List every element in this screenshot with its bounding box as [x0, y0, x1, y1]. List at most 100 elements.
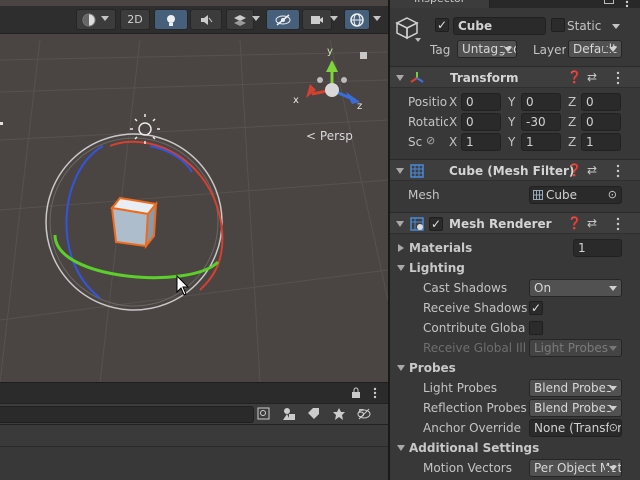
position-x-axis[interactable]: X — [449, 95, 457, 109]
transform-menu-icon[interactable] — [615, 71, 621, 85]
additional-settings-label[interactable]: Additional Settings — [409, 441, 539, 455]
mesh-filter-foldout-icon[interactable] — [396, 168, 404, 174]
transform-presets-icon[interactable]: ⇄ — [587, 70, 597, 84]
filter-by-type-icon[interactable] — [282, 407, 296, 421]
camera-caret-icon[interactable] — [330, 16, 338, 21]
object-name-field[interactable]: Cube — [453, 17, 546, 35]
lighting-label[interactable]: Lighting — [409, 261, 465, 275]
anchor-override-field[interactable]: None (Transform) ⊙ — [529, 419, 622, 437]
scale-x-axis[interactable]: X — [449, 135, 457, 149]
gizmos-button[interactable] — [344, 9, 370, 30]
scale-x-field[interactable]: 1 — [461, 133, 501, 151]
panel-content[interactable] — [0, 425, 388, 480]
mesh-renderer-header[interactable]: ✓ Mesh Renderer ❓ ⇄ — [390, 212, 640, 234]
rotation-y-axis[interactable]: Y — [508, 115, 515, 129]
scene-canvas[interactable]: y x z — [0, 0, 388, 382]
rotation-z-field[interactable]: 0 — [581, 113, 621, 131]
lighting-foldout-icon[interactable] — [397, 265, 405, 271]
constrain-proportions-icon[interactable]: ⊘ — [426, 134, 435, 147]
tab-inspector[interactable]: Inspector — [390, 0, 490, 8]
transform-header[interactable]: Transform ❓ ⇄ — [390, 66, 640, 88]
tag-dropdown[interactable]: Untagged — [457, 40, 517, 58]
shading-mode-button[interactable] — [76, 9, 116, 30]
mesh-renderer-presets-icon[interactable]: ⇄ — [587, 216, 597, 230]
rotation-y-field[interactable]: -30 — [521, 113, 561, 131]
mesh-object-field[interactable]: Cube ⊙ — [529, 186, 622, 204]
mesh-filter-header[interactable]: Cube (Mesh Filter) ❓ ⇄ — [390, 159, 640, 181]
motion-vectors-dropdown[interactable]: Per Object Motion — [529, 459, 622, 477]
probes-label[interactable]: Probes — [409, 361, 456, 375]
materials-count-field[interactable]: 1 — [573, 239, 622, 257]
cast-shadows-dropdown[interactable]: On — [529, 279, 622, 297]
probes-row[interactable]: Probes — [390, 358, 640, 378]
layer-dropdown[interactable]: Default — [568, 40, 622, 58]
directional-light-icon[interactable] — [130, 114, 160, 144]
contribute-gi-checkbox[interactable] — [529, 321, 543, 335]
mesh-renderer-enabled-checkbox[interactable]: ✓ — [429, 217, 443, 231]
transform-foldout-icon[interactable] — [396, 75, 404, 81]
mesh-renderer-foldout-icon[interactable] — [396, 221, 404, 227]
transform-help-icon[interactable]: ❓ — [567, 70, 582, 84]
position-y-axis[interactable]: Y — [508, 95, 515, 109]
favorites-star-icon[interactable] — [332, 407, 346, 421]
light-probes-dropdown[interactable]: Blend Probes — [529, 379, 622, 397]
mesh-filter-help-icon[interactable]: ❓ — [567, 163, 582, 177]
position-z-field[interactable]: 0 — [581, 93, 621, 111]
object-picker-icon[interactable]: ⊙ — [608, 187, 617, 203]
active-checkbox[interactable]: ✓ — [435, 18, 449, 32]
filter-by-label-icon[interactable] — [306, 407, 320, 421]
scale-label[interactable]: Scale — [408, 135, 423, 149]
scene-view[interactable]: y x z < Persp 2D — [0, 0, 388, 382]
materials-foldout-icon[interactable] — [398, 244, 404, 252]
shading-mode-caret-icon[interactable] — [101, 16, 109, 21]
position-label[interactable]: Position — [408, 95, 448, 109]
rotation-x-axis[interactable]: X — [449, 115, 457, 129]
rotation-label[interactable]: Rotation — [408, 115, 448, 129]
probes-foldout-icon[interactable] — [397, 365, 405, 371]
inspector-more-icon[interactable] — [624, 0, 630, 8]
audio-toggle-button[interactable] — [190, 9, 222, 30]
camera-settings-button[interactable] — [302, 9, 332, 30]
search-input[interactable] — [0, 406, 254, 423]
lock-icon[interactable] — [350, 387, 362, 399]
rotation-gizmo-blue-ring[interactable] — [65, 145, 104, 299]
rotation-z-axis[interactable]: Z — [568, 115, 576, 129]
additional-settings-row[interactable]: Additional Settings — [390, 438, 640, 458]
lighting-row[interactable]: Lighting — [390, 258, 640, 278]
position-x-field[interactable]: 0 — [461, 93, 501, 111]
effects-button[interactable] — [226, 9, 254, 30]
list-item[interactable] — [0, 425, 388, 447]
effects-caret-icon[interactable] — [252, 16, 260, 21]
gizmo-lock-square[interactable] — [360, 52, 367, 59]
position-z-axis[interactable]: Z — [568, 95, 576, 109]
lighting-toggle-button[interactable] — [154, 9, 188, 30]
additional-settings-foldout-icon[interactable] — [397, 445, 405, 451]
receive-shadows-checkbox[interactable]: ✓ — [529, 301, 543, 315]
icon-dropdown-caret[interactable] — [415, 38, 421, 42]
scene-visibility-button[interactable] — [266, 9, 300, 30]
2d-toggle-button[interactable]: 2D — [120, 9, 150, 30]
scale-z-field[interactable]: 1 — [581, 133, 621, 151]
mesh-renderer-help-icon[interactable]: ❓ — [567, 216, 582, 230]
search-by-type-icon[interactable] — [257, 407, 271, 421]
mesh-renderer-menu-icon[interactable] — [615, 217, 621, 231]
static-checkbox[interactable] — [551, 18, 565, 32]
materials-label[interactable]: Materials — [409, 241, 472, 255]
cube-object[interactable] — [110, 196, 158, 250]
materials-row[interactable]: Materials 1 — [390, 238, 640, 258]
anchor-picker-icon[interactable]: ⊙ — [608, 420, 618, 436]
gizmos-caret-icon[interactable] — [373, 16, 381, 21]
projection-label[interactable]: < Persp — [306, 129, 353, 143]
rotation-x-field[interactable]: 0 — [461, 113, 501, 131]
mesh-filter-presets-icon[interactable]: ⇄ — [587, 163, 597, 177]
more-options-icon[interactable] — [372, 387, 378, 399]
mesh-filter-menu-icon[interactable] — [615, 164, 621, 178]
scale-z-axis[interactable]: Z — [568, 135, 576, 149]
maximize-icon[interactable] — [604, 0, 614, 4]
reflection-probes-dropdown[interactable]: Blend Probes — [529, 399, 622, 417]
scale-y-axis[interactable]: Y — [508, 135, 515, 149]
position-y-field[interactable]: 0 — [521, 93, 561, 111]
motion-vectors-caret-icon — [609, 466, 617, 471]
scale-y-field[interactable]: 1 — [521, 133, 561, 151]
static-caret-icon[interactable] — [612, 24, 620, 29]
